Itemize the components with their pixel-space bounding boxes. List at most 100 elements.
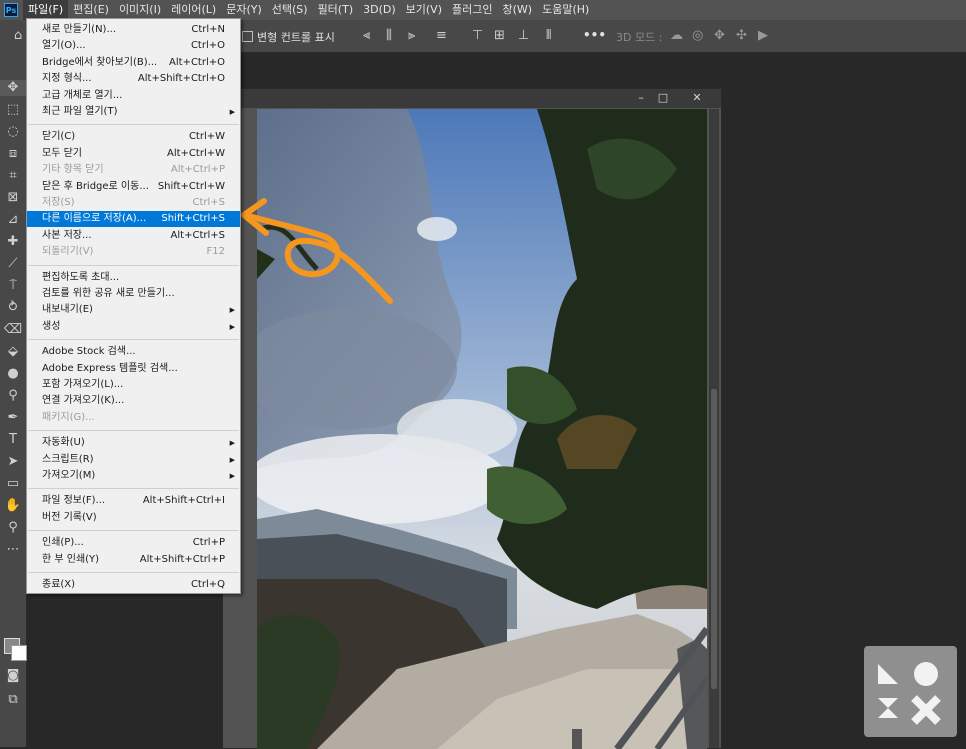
more-options-button[interactable]: ••• xyxy=(583,28,606,42)
file-menu-item[interactable]: 편집하도록 초대... xyxy=(27,270,240,286)
minimize-button[interactable]: – xyxy=(633,91,649,105)
menu-item-shortcut: Alt+Shift+Ctrl+I xyxy=(142,495,225,507)
type-icon[interactable]: T xyxy=(0,432,26,448)
file-menu-item[interactable]: 고급 개체로 열기... xyxy=(27,88,240,104)
align-bottom-icon[interactable]: ⊥ xyxy=(518,29,529,43)
eyedropper-icon[interactable]: ⊿ xyxy=(0,212,26,228)
align-left-icon[interactable]: ⫷ xyxy=(363,29,370,43)
file-menu-item[interactable]: 생성 ▶ xyxy=(27,319,240,335)
file-menu-item[interactable]: 가져오기(M) ▶ xyxy=(27,468,240,484)
3d-slide-icon[interactable]: ✣ xyxy=(736,29,747,43)
menu-item-shortcut: Shift+Ctrl+W xyxy=(157,180,225,192)
file-menu-item[interactable]: 닫은 후 Bridge로 이동... Shift+Ctrl+W xyxy=(27,179,240,195)
close-button[interactable]: ✕ xyxy=(689,91,705,105)
pen-icon[interactable]: ✒ xyxy=(0,410,26,426)
menu-item-label: 내보내기(E) xyxy=(42,304,93,316)
history-brush-icon[interactable]: ⥁ xyxy=(0,300,26,316)
menu-item-label: 종료(X) xyxy=(42,579,76,590)
menu-3[interactable]: 레이어(L) xyxy=(166,0,221,20)
crop-icon[interactable]: ⌗ xyxy=(0,168,26,184)
file-menu-item[interactable]: 한 부 인쇄(Y) Alt+Shift+Ctrl+P xyxy=(27,552,240,568)
align-center-h-icon[interactable]: ⫼ xyxy=(386,29,392,43)
object-select-icon[interactable]: ⧈ xyxy=(0,146,26,162)
marquee-icon[interactable]: ⬚ xyxy=(0,102,26,118)
rectangle-icon[interactable]: ▭ xyxy=(0,476,26,492)
distribute-v-icon[interactable]: ⫴ xyxy=(546,29,551,43)
3d-camera-icon[interactable]: ▶ xyxy=(758,29,768,43)
file-menu-item[interactable]: 다른 이름으로 저장(A)... Shift+Ctrl+S xyxy=(27,211,240,228)
menu-7[interactable]: 3D(D) xyxy=(358,0,401,20)
menu-item-label: 스크립트(R) xyxy=(42,453,94,465)
file-menu-item[interactable]: 포함 가져오기(L)... xyxy=(27,377,240,393)
zoom-icon[interactable]: ⚲ xyxy=(0,520,26,536)
brush-icon[interactable]: ⟋ xyxy=(0,256,26,272)
distribute-h-icon[interactable]: ≡ xyxy=(436,29,447,43)
file-menu-item[interactable]: 파일 정보(F)... Alt+Shift+Ctrl+I xyxy=(27,493,240,509)
menu-6[interactable]: 필터(T) xyxy=(313,0,359,20)
menu-1[interactable]: 편집(E) xyxy=(68,0,114,20)
file-menu-item[interactable]: 종료(X) Ctrl+Q xyxy=(27,577,240,593)
menu-8[interactable]: 보기(V) xyxy=(401,0,447,20)
file-menu-item[interactable]: 버전 기록(V) xyxy=(27,510,240,526)
file-menu-item[interactable]: 연결 가져오기(K)... xyxy=(27,393,240,409)
move-icon[interactable]: ✥ xyxy=(0,80,26,96)
eraser-icon[interactable]: ⌫ xyxy=(0,322,26,338)
menu-item-label: 고급 개체로 열기... xyxy=(42,89,123,101)
file-menu-item[interactable]: 검토를 위한 공유 새로 만들기... xyxy=(27,286,240,302)
menu-separator xyxy=(28,572,239,573)
document-title-bar[interactable]: – □ ✕ xyxy=(223,89,721,108)
menu-item-label: 검토를 위한 공유 새로 만들기... xyxy=(42,288,175,299)
align-right-icon[interactable]: ⫸ xyxy=(408,29,415,43)
menu-item-shortcut: Ctrl+O xyxy=(190,40,225,52)
spot-heal-icon[interactable]: ✚ xyxy=(0,234,26,250)
menu-10[interactable]: 창(W) xyxy=(497,0,537,20)
3d-roll-icon[interactable]: ◎ xyxy=(692,29,703,43)
menu-5[interactable]: 선택(S) xyxy=(267,0,313,20)
menu-item-shortcut: Ctrl+S xyxy=(192,197,225,208)
paint-bucket-icon[interactable]: ⬙ xyxy=(0,344,26,360)
screen-mode-icon[interactable]: ⧉ xyxy=(0,692,26,708)
vertical-scrollbar[interactable] xyxy=(709,109,719,748)
path-select-icon[interactable]: ➤ xyxy=(0,454,26,470)
background-color-swatch[interactable] xyxy=(11,645,27,661)
file-menu-item[interactable]: 지정 형식... Alt+Shift+Ctrl+O xyxy=(27,71,240,87)
file-menu-item[interactable]: Adobe Express 템플릿 검색... xyxy=(27,361,240,377)
menu-item-shortcut: Alt+Shift+Ctrl+P xyxy=(139,553,225,565)
file-menu-item[interactable]: 새로 만들기(N)... Ctrl+N xyxy=(27,22,240,38)
menu-2[interactable]: 이미지(I) xyxy=(114,0,166,20)
file-menu-item[interactable]: 모두 닫기 Alt+Ctrl+W xyxy=(27,146,240,162)
file-menu-item[interactable]: 열기(O)... Ctrl+O xyxy=(27,38,240,54)
menu-11[interactable]: 도움말(H) xyxy=(537,0,594,20)
menu-4[interactable]: 문자(Y) xyxy=(221,0,267,20)
stamp-icon[interactable]: ⍑ xyxy=(0,278,26,294)
align-middle-v-icon[interactable]: ⊞ xyxy=(494,29,505,43)
file-menu-item[interactable]: Adobe Stock 검색... xyxy=(27,344,240,360)
quick-mask-icon[interactable]: ◙ xyxy=(0,668,26,684)
home-icon[interactable]: ⌂ xyxy=(14,29,22,43)
dodge-icon[interactable]: ⚲ xyxy=(0,388,26,404)
3d-orbit-icon[interactable]: ☁ xyxy=(670,29,683,43)
file-menu-item[interactable]: 닫기(C) Ctrl+W xyxy=(27,129,240,145)
menu-item-shortcut: Alt+Shift+Ctrl+O xyxy=(137,73,225,85)
more-tools-icon[interactable]: ⋯ xyxy=(0,542,26,558)
transform-controls-checkbox[interactable] xyxy=(242,31,253,42)
file-menu-item[interactable]: 내보내기(E) ▶ xyxy=(27,302,240,318)
file-menu-item[interactable]: 인쇄(P)... Ctrl+P xyxy=(27,535,240,551)
file-menu-item[interactable]: 사본 저장... Alt+Ctrl+S xyxy=(27,228,240,244)
menu-item-label: 닫은 후 Bridge로 이동... xyxy=(42,180,149,192)
menu-0[interactable]: 파일(F) xyxy=(23,0,69,20)
menu-9[interactable]: 플러그인 xyxy=(447,0,497,20)
blur-icon[interactable]: ● xyxy=(0,366,26,382)
scrollbar-thumb[interactable] xyxy=(711,389,717,689)
3d-pan-icon[interactable]: ✥ xyxy=(714,29,725,43)
file-menu-item[interactable]: 스크립트(R) ▶ xyxy=(27,452,240,468)
restore-button[interactable]: □ xyxy=(655,91,671,105)
file-menu-item[interactable]: 자동화(U) ▶ xyxy=(27,435,240,451)
align-top-icon[interactable]: ⊤ xyxy=(472,29,483,43)
frame-icon[interactable]: ⊠ xyxy=(0,190,26,206)
file-menu-item[interactable]: Bridge에서 찾아보기(B)... Alt+Ctrl+O xyxy=(27,55,240,71)
hand-icon[interactable]: ✋ xyxy=(0,498,26,514)
lasso-icon[interactable]: ◌ xyxy=(0,124,26,140)
menu-item-shortcut: Ctrl+W xyxy=(188,131,225,143)
file-menu-item[interactable]: 최근 파일 열기(T) ▶ xyxy=(27,104,240,120)
